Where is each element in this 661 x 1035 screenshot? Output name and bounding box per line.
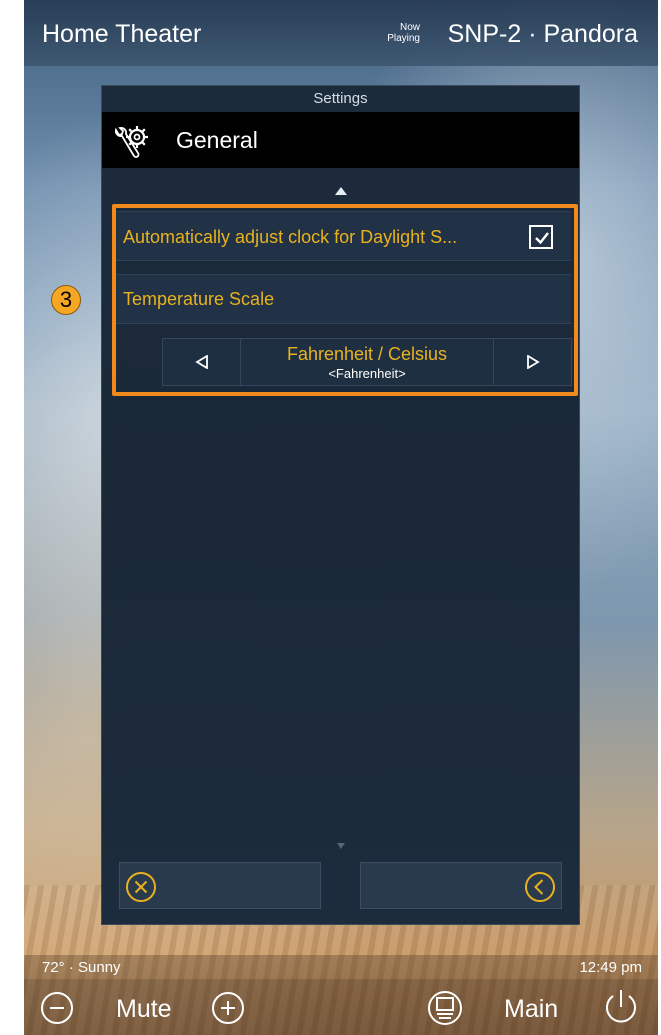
triangle-left-icon [195, 355, 208, 369]
close-circle-icon [126, 872, 156, 902]
temperature-option-current: <Fahrenheit> [328, 366, 406, 381]
bottom-controls: Mute Main [24, 979, 658, 1035]
now-playing-line1: Now [399, 22, 420, 33]
annotation-step-badge: 3 [51, 285, 81, 315]
back-button[interactable] [360, 862, 562, 909]
cancel-button[interactable] [119, 862, 321, 909]
panel-caption: Settings [313, 90, 368, 107]
main-zone-button[interactable]: Main [504, 995, 558, 1024]
panel-footer [102, 862, 579, 910]
checkmark-icon [535, 232, 549, 245]
volume-up-icon[interactable] [211, 991, 245, 1025]
dst-checkbox[interactable] [529, 225, 553, 249]
previous-option-button[interactable] [163, 339, 241, 385]
dst-setting-row[interactable]: Automatically adjust clock for Daylight … [114, 211, 571, 261]
mute-button[interactable]: Mute [116, 995, 172, 1024]
now-playing-source[interactable]: SNP-2 · Pandora [448, 20, 638, 49]
back-circle-icon [525, 872, 555, 902]
top-bar: Home Theater Now Playing SNP-2 · Pandora [24, 0, 658, 66]
next-option-button[interactable] [493, 339, 571, 385]
volume-down-icon[interactable] [40, 991, 74, 1025]
weather-readout: 72° · Sunny [42, 959, 121, 976]
temperature-scale-row: Temperature Scale [114, 274, 571, 324]
temperature-scale-label: Temperature Scale [123, 289, 275, 309]
panel-header: General [102, 112, 579, 168]
temperature-scale-value: Fahrenheit / Celsius <Fahrenheit> [241, 344, 493, 381]
panel-title: General [176, 127, 258, 153]
triangle-right-icon [527, 355, 540, 369]
temperature-option-title: Fahrenheit / Celsius [286, 344, 448, 364]
settings-panel: Settings General Automatically adjust cl… [101, 85, 580, 925]
menu-icon[interactable] [426, 989, 464, 1027]
temperature-scale-stepper: Fahrenheit / Celsius <Fahrenheit> [162, 338, 572, 386]
now-playing-label: Now Playing [368, 22, 420, 44]
wrench-gear-icon [115, 126, 148, 158]
clock-readout: 12:49 pm [579, 959, 642, 976]
scroll-down-icon[interactable] [336, 842, 346, 850]
now-playing-line2: Playing [387, 33, 420, 44]
status-bar: 72° · Sunny 12:49 pm [24, 955, 658, 979]
room-title[interactable]: Home Theater [42, 20, 201, 49]
dst-setting-label: Automatically adjust clock for Daylight … [123, 227, 458, 247]
power-icon[interactable] [601, 987, 641, 1027]
scroll-up-icon[interactable] [334, 186, 348, 196]
app-screen: Home Theater Now Playing SNP-2 · Pandora… [24, 0, 658, 1035]
